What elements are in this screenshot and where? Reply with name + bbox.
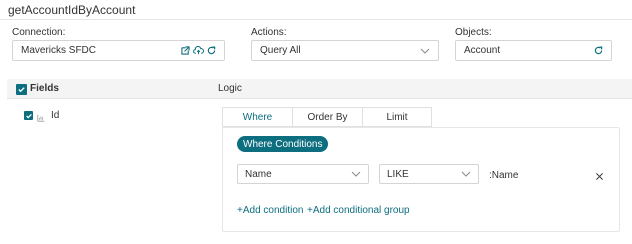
page-title: getAccountIdByAccount [8, 3, 136, 17]
chevron-down-icon [420, 48, 430, 54]
connection-label: Connection: [12, 27, 66, 38]
actions-label: Actions: [251, 27, 287, 38]
checkbox-icon [18, 87, 25, 93]
actions-select[interactable]: Query All [251, 40, 439, 61]
chevron-down-icon [461, 171, 471, 177]
external-link-icon[interactable] [181, 46, 190, 55]
connection-field[interactable]: Mavericks SFDC [12, 40, 225, 61]
where-conditions-badge: Where Conditions [237, 136, 329, 152]
logic-column-header: Logic [218, 83, 242, 94]
cloud-upload-icon[interactable] [193, 46, 204, 55]
refresh-icon[interactable] [207, 46, 216, 55]
chevron-down-icon [351, 171, 361, 177]
fields-column-header: Fields [30, 83, 59, 94]
refresh-icon[interactable] [594, 46, 603, 55]
header-divider [0, 19, 632, 20]
close-icon[interactable] [595, 170, 604, 184]
row-checkbox[interactable] [24, 111, 33, 120]
objects-label: Objects: [455, 27, 492, 38]
condition-value[interactable]: :Name [489, 170, 518, 181]
connection-value: Mavericks SFDC [21, 45, 97, 56]
checkbox-icon [25, 113, 32, 119]
add-condition-link[interactable]: +Add condition [237, 205, 303, 216]
tab-order-by[interactable]: Order By [293, 108, 363, 126]
objects-value: Account [464, 45, 501, 56]
objects-field[interactable]: Account [455, 40, 612, 61]
tab-where[interactable]: Where [223, 108, 293, 126]
field-row-label: Id [51, 110, 60, 121]
select-all-checkbox[interactable] [16, 84, 27, 95]
condition-operator-value: LIKE [387, 168, 409, 180]
condition-operator-select[interactable]: LIKE [379, 164, 479, 184]
field-type-icon [37, 111, 45, 125]
logic-tabs: Where Order By Limit [222, 107, 432, 127]
condition-field-select[interactable]: Name [237, 164, 369, 184]
actions-value: Query All [260, 45, 301, 56]
fields-grid-header [7, 79, 632, 99]
condition-field-value: Name [245, 168, 272, 180]
add-conditional-group-link[interactable]: +Add conditional group [307, 205, 410, 216]
tab-limit[interactable]: Limit [363, 108, 431, 126]
